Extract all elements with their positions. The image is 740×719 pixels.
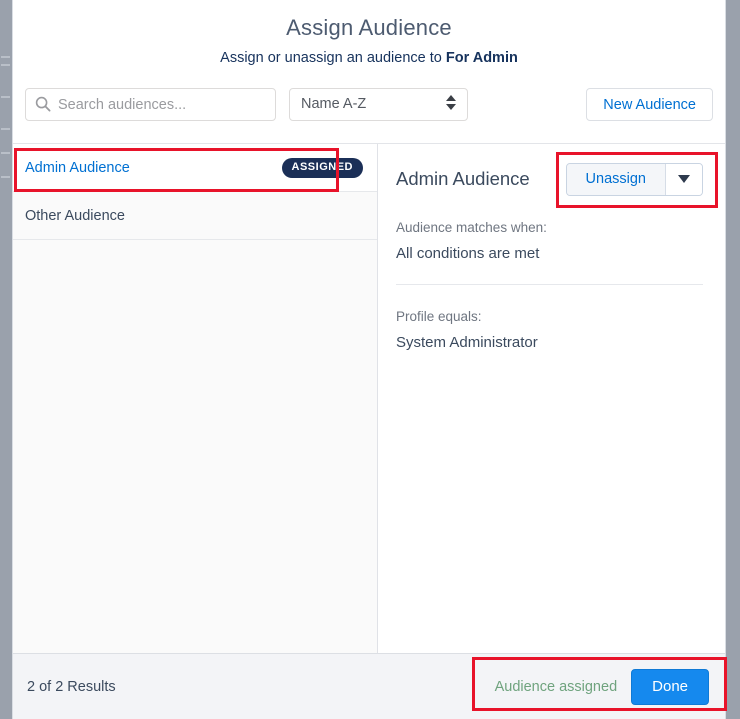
sort-select[interactable]: Name A-Z (289, 88, 468, 121)
status-badge: ASSIGNED (281, 157, 363, 178)
results-count: 2 of 2 Results (27, 678, 116, 695)
modal-subtitle-prefix: Assign or unassign an audience to (220, 50, 446, 66)
modal-subtitle-target: For Admin (445, 50, 518, 66)
chevron-down-icon (678, 175, 690, 183)
new-audience-button[interactable]: New Audience (586, 88, 713, 121)
audience-name: Admin Audience (25, 159, 130, 176)
detail-header: Admin Audience Unassign (396, 162, 703, 196)
background-placeholder-line (1, 128, 10, 130)
field-value: All conditions are met (396, 245, 540, 262)
modal-header: Assign Audience Assign or unassign an au… (13, 0, 725, 78)
background-placeholder-line (1, 96, 10, 98)
background-placeholder-line (1, 176, 10, 178)
unassign-button[interactable]: Unassign (566, 163, 666, 195)
footer-actions: Audience assigned Done (494, 668, 709, 705)
sort-select-value: Name A-Z (301, 96, 367, 112)
field-label: Audience matches when: (396, 220, 547, 235)
assigned-status-text: Audience assigned (494, 678, 618, 695)
field-label: Profile equals: (396, 309, 482, 324)
field-profile-condition: Profile equals: System Administrator (396, 307, 703, 353)
spinner-arrows-icon[interactable] (446, 95, 457, 116)
modal-subtitle: Assign or unassign an audience to For Ad… (13, 48, 725, 68)
audience-detail-panel: Admin Audience Unassign Audience matches… (378, 144, 725, 653)
modal-body: Admin Audience ASSIGNED Other Audience A… (13, 143, 725, 653)
page-title: Assign Audience (286, 15, 452, 40)
field-value: System Administrator (396, 334, 538, 351)
list-item[interactable]: Admin Audience ASSIGNED (13, 144, 377, 192)
background-placeholder-line (1, 56, 10, 58)
unassign-button-group: Unassign (565, 162, 703, 196)
search-input[interactable] (25, 88, 276, 121)
audience-list: Admin Audience ASSIGNED Other Audience (13, 144, 378, 653)
modal-footer: 2 of 2 Results Audience assigned Done (13, 653, 725, 719)
search-field-wrapper (25, 88, 276, 121)
toolbar: Name A-Z New Audience (13, 78, 725, 133)
detail-title: Admin Audience (396, 168, 530, 189)
background-placeholder-line (1, 64, 10, 66)
assign-audience-modal: Assign Audience Assign or unassign an au… (12, 0, 726, 719)
unassign-dropdown-button[interactable] (666, 163, 702, 195)
field-divider (396, 284, 703, 285)
list-item[interactable]: Other Audience (13, 192, 377, 240)
done-button[interactable]: Done (631, 668, 709, 705)
field-audience-match: Audience matches when: All conditions ar… (396, 218, 703, 264)
audience-name: Other Audience (25, 207, 125, 224)
background-placeholder-line (1, 152, 10, 154)
